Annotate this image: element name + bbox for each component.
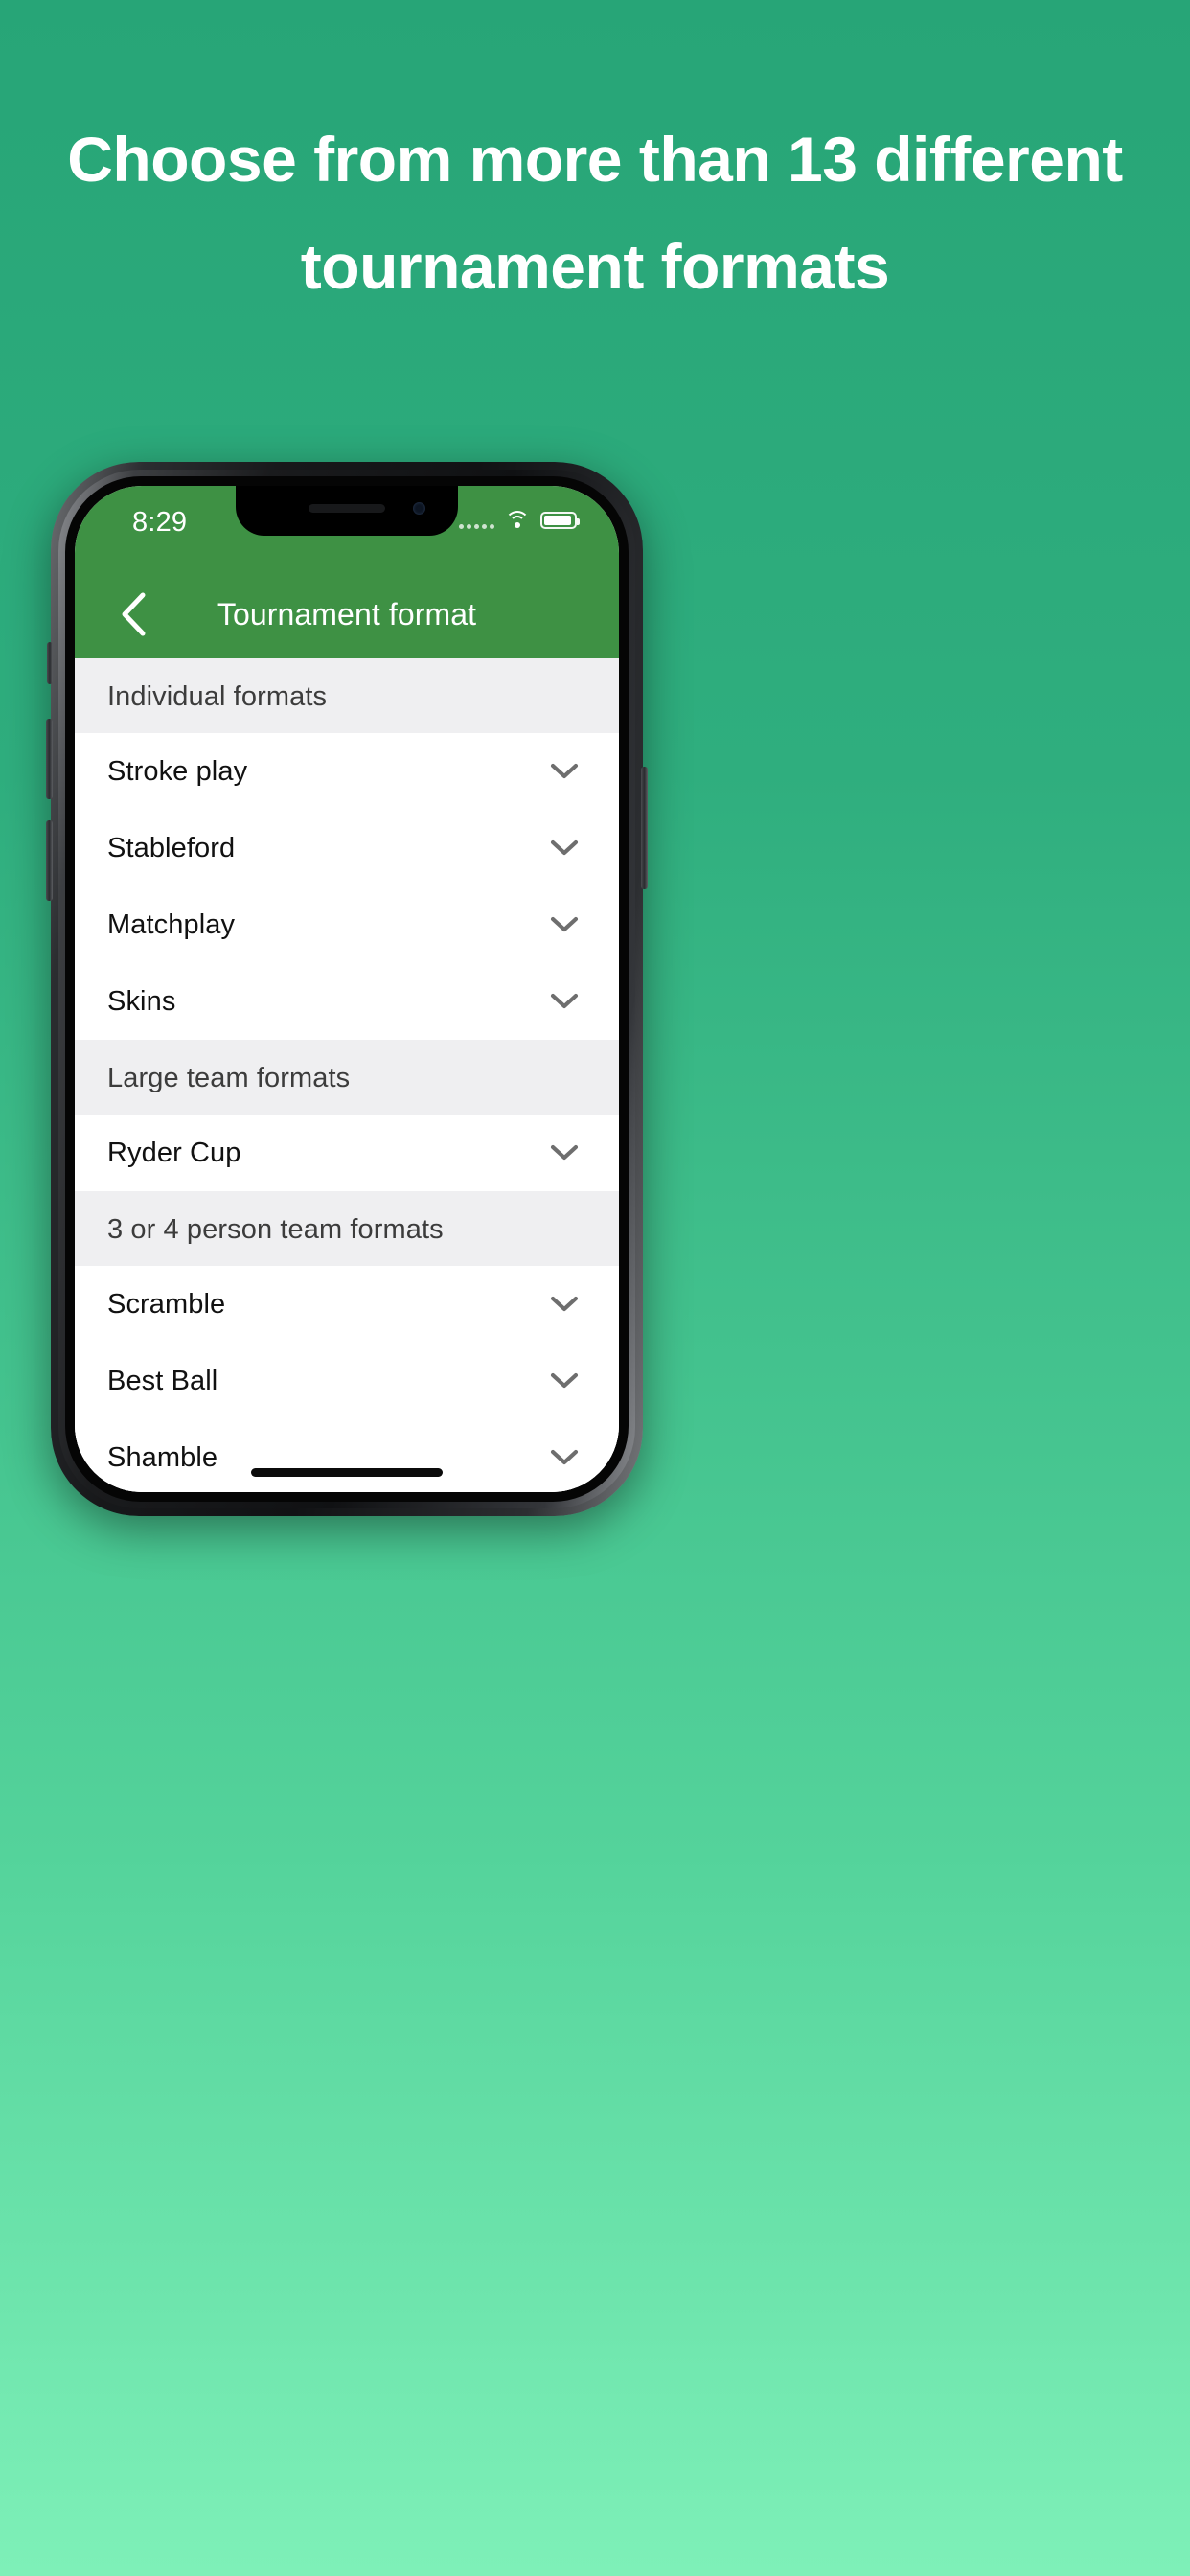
- chevron-down-icon[interactable]: [550, 1138, 579, 1167]
- home-indicator: [251, 1468, 443, 1477]
- volume-up-button[interactable]: [46, 719, 53, 799]
- status-time: 8:29: [132, 507, 188, 538]
- list-item[interactable]: Shamble: [75, 1419, 619, 1492]
- chevron-down-icon[interactable]: [550, 987, 579, 1016]
- list-item-label: Stableford: [107, 832, 236, 863]
- volume-down-button[interactable]: [46, 820, 53, 901]
- format-list[interactable]: Individual formats Stroke play Stableford M…: [75, 658, 619, 1492]
- front-camera-icon: [413, 502, 425, 515]
- section-header: Large team formats: [75, 1040, 619, 1115]
- phone-mockup: 8:29 Tournament format Individual format…: [46, 462, 648, 1516]
- list-item-label: Best Ball: [107, 1365, 218, 1396]
- list-item-label: Shamble: [107, 1441, 218, 1473]
- notch: [236, 486, 458, 536]
- page-title: Choose from more than 13 different tourn…: [67, 124, 1123, 302]
- chevron-down-icon[interactable]: [550, 834, 579, 862]
- list-item-label: Stroke play: [107, 755, 248, 787]
- list-item-label: Ryder Cup: [107, 1137, 241, 1168]
- list-item[interactable]: Skins: [75, 963, 619, 1040]
- status-icons: [459, 511, 580, 529]
- chevron-left-icon: [122, 592, 146, 636]
- list-item[interactable]: Ryder Cup: [75, 1115, 619, 1191]
- list-item[interactable]: Stroke play: [75, 733, 619, 810]
- silent-switch-button[interactable]: [47, 642, 53, 684]
- list-item-label: Scramble: [107, 1288, 226, 1320]
- section-header: Individual formats: [75, 658, 619, 733]
- wifi-icon: [505, 511, 530, 529]
- list-item-label: Matchplay: [107, 908, 236, 940]
- earpiece-speaker-icon: [309, 504, 385, 513]
- chevron-down-icon[interactable]: [550, 1367, 579, 1395]
- list-item-label: Skins: [107, 985, 176, 1017]
- list-item[interactable]: Stableford: [75, 810, 619, 886]
- signal-dots-icon: [459, 512, 494, 529]
- chevron-down-icon[interactable]: [550, 757, 579, 786]
- chevron-down-icon[interactable]: [550, 910, 579, 939]
- back-button[interactable]: [107, 588, 159, 640]
- battery-icon: [540, 511, 580, 529]
- section-header: 3 or 4 person team formats: [75, 1191, 619, 1266]
- chevron-down-icon[interactable]: [550, 1443, 579, 1472]
- list-item[interactable]: Matchplay: [75, 886, 619, 963]
- list-item[interactable]: Best Ball: [75, 1343, 619, 1419]
- phone-screen: 8:29 Tournament format Individual format…: [75, 486, 619, 1492]
- chevron-down-icon[interactable]: [550, 1290, 579, 1319]
- navigation-bar: Tournament format: [75, 570, 619, 658]
- list-item[interactable]: Scramble: [75, 1266, 619, 1343]
- power-button[interactable]: [641, 767, 648, 889]
